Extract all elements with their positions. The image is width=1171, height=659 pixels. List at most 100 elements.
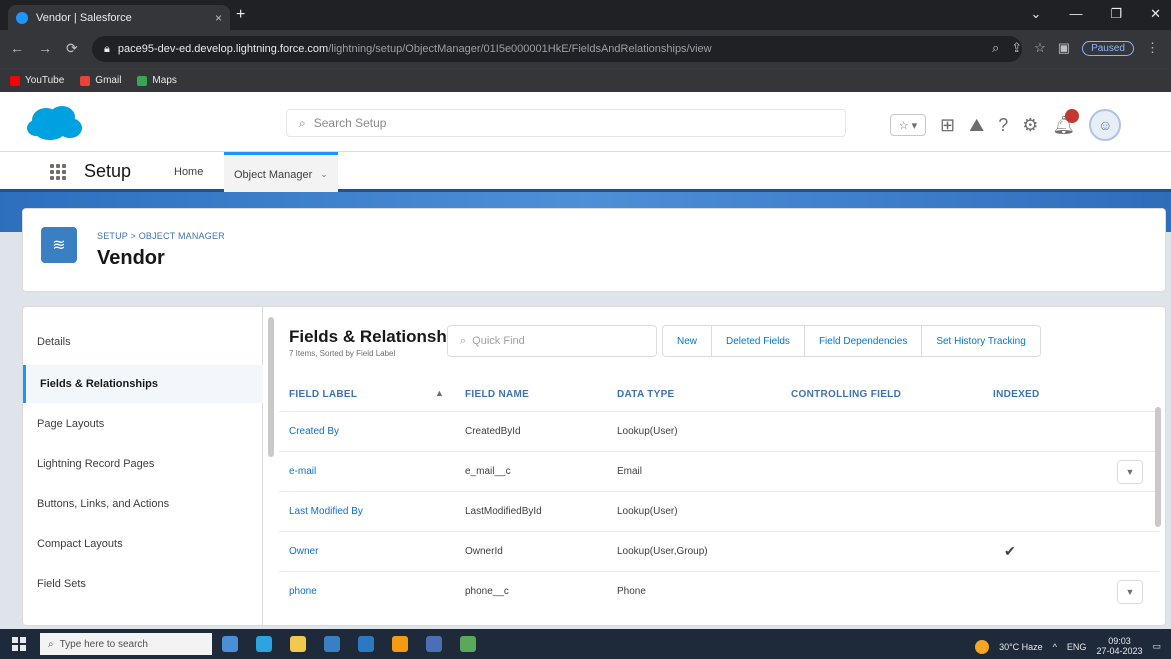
menu-kebab-icon[interactable]: ⋮: [1146, 40, 1159, 56]
bookmark-star-icon[interactable]: ☆: [1034, 40, 1046, 56]
field-label-link[interactable]: Created By: [289, 426, 339, 437]
column-header-data-type[interactable]: DATA TYPE: [617, 389, 675, 400]
bookmark-gmail[interactable]: Gmail: [80, 75, 121, 86]
file-explorer-icon[interactable]: [290, 636, 306, 652]
trailhead-icon[interactable]: ⛰: [969, 115, 984, 136]
new-button[interactable]: New: [662, 325, 713, 357]
tab-search-icon[interactable]: ⌄: [1031, 6, 1042, 22]
chevron-down-icon[interactable]: ⌄: [320, 169, 328, 192]
address-bar[interactable]: 🔒︎ pace95-dev-ed.develop.lightning.force…: [92, 36, 1022, 62]
tab-close-icon[interactable]: ×: [215, 11, 222, 25]
row-actions-dropdown[interactable]: ▼: [1117, 580, 1143, 604]
sidebar-item-compact-layouts[interactable]: Compact Layouts: [23, 525, 263, 563]
mail-icon[interactable]: [358, 636, 374, 652]
weather-text[interactable]: 30°C Haze: [999, 642, 1043, 652]
chrome-icon[interactable]: [460, 636, 476, 652]
close-window-button[interactable]: ✕: [1150, 6, 1161, 22]
notifications-bell-icon[interactable]: 🔔︎: [1052, 108, 1080, 136]
global-search-input[interactable]: ⌕ Search Setup: [286, 109, 846, 137]
sort-ascending-icon[interactable]: ▲: [435, 388, 444, 398]
new-tab-button[interactable]: +: [236, 6, 245, 24]
field-dependencies-button[interactable]: Field Dependencies: [803, 325, 923, 357]
nav-item-home[interactable]: Home: [174, 166, 203, 178]
field-data-type: Lookup(User,Group): [617, 546, 708, 557]
notification-badge: [1065, 108, 1080, 123]
forward-arrow-icon[interactable]: →: [38, 40, 52, 57]
bookmark-youtube[interactable]: YouTube: [10, 75, 64, 86]
help-icon[interactable]: ?: [998, 115, 1008, 136]
browser-toolbar: ← → ⟳ 🔒︎ pace95-dev-ed.develop.lightning…: [0, 30, 1171, 68]
field-label-link[interactable]: phone: [289, 586, 317, 597]
bookmark-maps[interactable]: Maps: [137, 75, 177, 86]
list-action-buttons: New Deleted Fields Field Dependencies Se…: [662, 325, 1041, 357]
field-label-link[interactable]: Last Modified By: [289, 506, 363, 517]
clock[interactable]: 09:03 27-04-2023: [1096, 636, 1142, 657]
task-view-icon[interactable]: [222, 636, 238, 652]
browser-tab-strip: Vendor | Salesforce × + ⌄ — ❐ ✕: [0, 0, 1171, 30]
sidebar-item-lightning-record-pages[interactable]: Lightning Record Pages: [23, 445, 263, 483]
table-row: e-mail e_mail__c Email ▼: [279, 451, 1159, 491]
nav-item-label: Object Manager: [234, 169, 313, 181]
vlc-icon[interactable]: [392, 636, 408, 652]
global-actions-icon[interactable]: ⊞: [940, 115, 955, 136]
nav-buttons: ← → ⟳: [10, 40, 78, 57]
field-api-name: phone__c: [465, 586, 509, 597]
reload-icon[interactable]: ⟳: [66, 40, 78, 57]
fields-relationships-content: Fields & Relationships 7 Items, Sorted b…: [279, 307, 1165, 625]
favorites-button[interactable]: ☆ ▾: [890, 114, 926, 136]
field-data-type: Lookup(User): [617, 506, 678, 517]
toolbar-actions: ⌕ ⇪ ☆ ▣ Paused ⋮: [992, 40, 1159, 56]
sidebar-item-field-sets[interactable]: Field Sets: [23, 565, 263, 603]
minimize-button[interactable]: —: [1069, 6, 1082, 22]
field-label-link[interactable]: e-mail: [289, 466, 316, 477]
sidebar-scrollbar[interactable]: [268, 317, 274, 457]
lock-icon: 🔒︎: [104, 42, 110, 55]
bookmark-label: Maps: [152, 75, 177, 86]
app-launcher-icon[interactable]: [50, 164, 66, 180]
column-header-indexed[interactable]: INDEXED: [993, 389, 1040, 400]
browser-tab[interactable]: Vendor | Salesforce ×: [8, 5, 230, 30]
profile-paused-button[interactable]: Paused: [1082, 40, 1134, 56]
taskbar-search-input[interactable]: ⌕ Type here to search: [40, 633, 212, 655]
sidebar-item-buttons-links-actions[interactable]: Buttons, Links, and Actions: [23, 485, 263, 523]
gmail-icon: [80, 75, 91, 86]
bookmark-label: Gmail: [95, 75, 122, 86]
column-header-controlling-field[interactable]: CONTROLLING FIELD: [791, 389, 901, 400]
windows-start-icon[interactable]: [12, 637, 26, 651]
salesforce-logo[interactable]: [26, 104, 84, 142]
column-header-field-label[interactable]: FIELD LABEL: [289, 389, 357, 400]
bookmark-label: YouTube: [25, 75, 65, 86]
nav-item-object-manager[interactable]: Object Manager ⌄: [224, 152, 338, 192]
store-icon[interactable]: [324, 636, 340, 652]
field-api-name: CreatedById: [465, 426, 521, 437]
breadcrumb[interactable]: SETUP > OBJECT MANAGER: [97, 231, 225, 241]
row-actions-dropdown[interactable]: ▼: [1117, 460, 1143, 484]
column-header-field-name[interactable]: FIELD NAME: [465, 389, 529, 400]
object-sidebar: Details Fields & Relationships Page Layo…: [23, 307, 263, 625]
back-arrow-icon[interactable]: ←: [10, 40, 24, 57]
zoom-icon[interactable]: ⌕: [992, 40, 999, 56]
set-history-tracking-button[interactable]: Set History Tracking: [921, 325, 1041, 357]
sidebar-item-details[interactable]: Details: [23, 323, 263, 361]
field-label-link[interactable]: Owner: [289, 546, 318, 557]
search-icon: ⌕: [48, 638, 54, 650]
quick-find-input[interactable]: ⌕ Quick Find: [447, 325, 657, 357]
sidebar-item-fields-relationships[interactable]: Fields & Relationships: [23, 365, 263, 403]
table-row: Created By CreatedById Lookup(User): [279, 411, 1159, 451]
notifications-icon[interactable]: ▭: [1152, 641, 1161, 652]
share-icon[interactable]: ⇪: [1011, 40, 1022, 56]
sidebar-icon[interactable]: ▣: [1058, 40, 1070, 56]
edge-icon[interactable]: [256, 636, 272, 652]
tray-chevron-icon[interactable]: ^: [1053, 642, 1057, 652]
chevron-down-icon: ▼: [1125, 587, 1135, 597]
sidebar-item-page-layouts[interactable]: Page Layouts: [23, 405, 263, 443]
deleted-fields-button[interactable]: Deleted Fields: [711, 325, 805, 357]
weather-icon: [975, 639, 990, 654]
language-indicator[interactable]: ENG: [1067, 642, 1087, 652]
table-scrollbar[interactable]: [1155, 407, 1161, 527]
maximize-button[interactable]: ❐: [1110, 6, 1122, 22]
user-avatar[interactable]: ☺: [1089, 109, 1122, 141]
media-icon[interactable]: [426, 636, 442, 652]
field-api-name: e_mail__c: [465, 466, 511, 477]
settings-gear-icon[interactable]: ⚙: [1022, 115, 1038, 136]
